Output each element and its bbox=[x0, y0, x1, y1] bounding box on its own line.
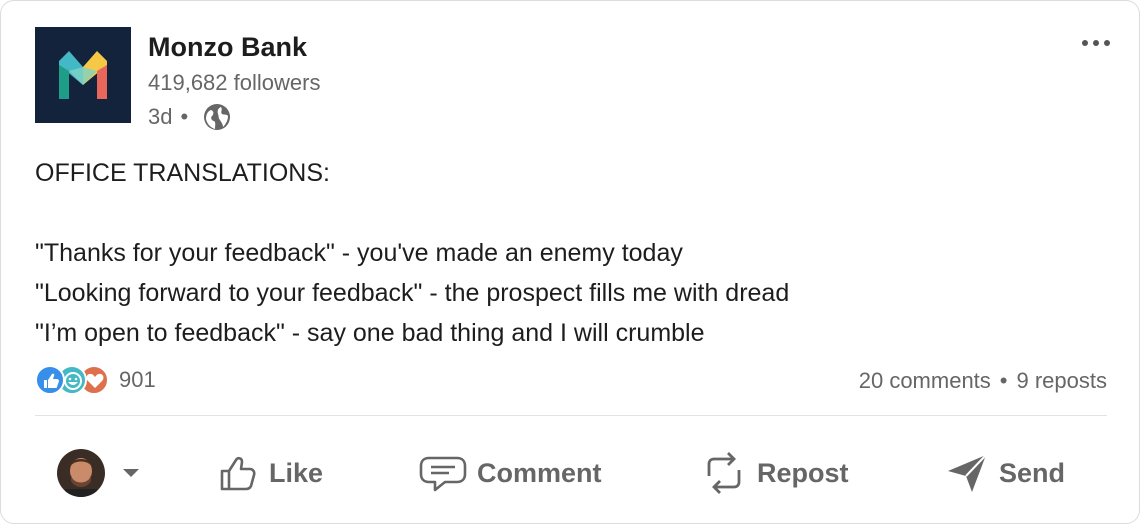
repost-button[interactable]: Repost bbox=[701, 441, 849, 505]
divider bbox=[35, 415, 1107, 416]
repost-label: Repost bbox=[757, 457, 849, 488]
reactions-count: 901 bbox=[119, 367, 156, 392]
reactions-summary[interactable]: 901 bbox=[35, 365, 156, 395]
post-age: 3d bbox=[148, 104, 173, 129]
follower-count: 419,682 followers bbox=[148, 70, 321, 95]
meta-separator: • bbox=[180, 104, 189, 129]
globe-icon bbox=[202, 102, 232, 132]
actor-selector[interactable] bbox=[57, 449, 141, 497]
author-name[interactable]: Monzo Bank bbox=[148, 32, 307, 63]
avatar bbox=[57, 449, 105, 497]
post-text: OFFICE TRANSLATIONS: "Thanks for your fe… bbox=[35, 159, 790, 347]
send-icon bbox=[948, 454, 987, 492]
stats-separator: • bbox=[999, 368, 1008, 393]
reposts-count[interactable]: 9 reposts bbox=[1017, 368, 1108, 394]
comment-label: Comment bbox=[477, 457, 602, 488]
comment-button[interactable]: Comment bbox=[419, 441, 602, 505]
like-icon bbox=[220, 456, 256, 491]
more-icon bbox=[1082, 40, 1110, 46]
post-meta: 3d • bbox=[148, 102, 232, 132]
monzo-logo bbox=[59, 51, 107, 99]
send-button[interactable]: Send bbox=[945, 441, 1065, 505]
action-bar: Like Comment Repost Send bbox=[1, 441, 1140, 505]
chevron-down-icon bbox=[123, 469, 139, 477]
like-reaction-icon bbox=[35, 365, 65, 395]
comment-icon bbox=[419, 456, 467, 492]
like-label: Like bbox=[269, 457, 324, 488]
engagement-stats: 20 comments • 9 reposts bbox=[859, 368, 1107, 394]
comments-count[interactable]: 20 comments bbox=[859, 368, 991, 394]
repost-icon bbox=[707, 452, 741, 494]
more-options-button[interactable] bbox=[1079, 31, 1113, 55]
company-logo[interactable] bbox=[35, 27, 131, 123]
like-button[interactable]: Like bbox=[217, 441, 323, 505]
post-card: Monzo Bank 419,682 followers 3d • OFFICE… bbox=[0, 0, 1140, 524]
send-label: Send bbox=[999, 457, 1066, 488]
